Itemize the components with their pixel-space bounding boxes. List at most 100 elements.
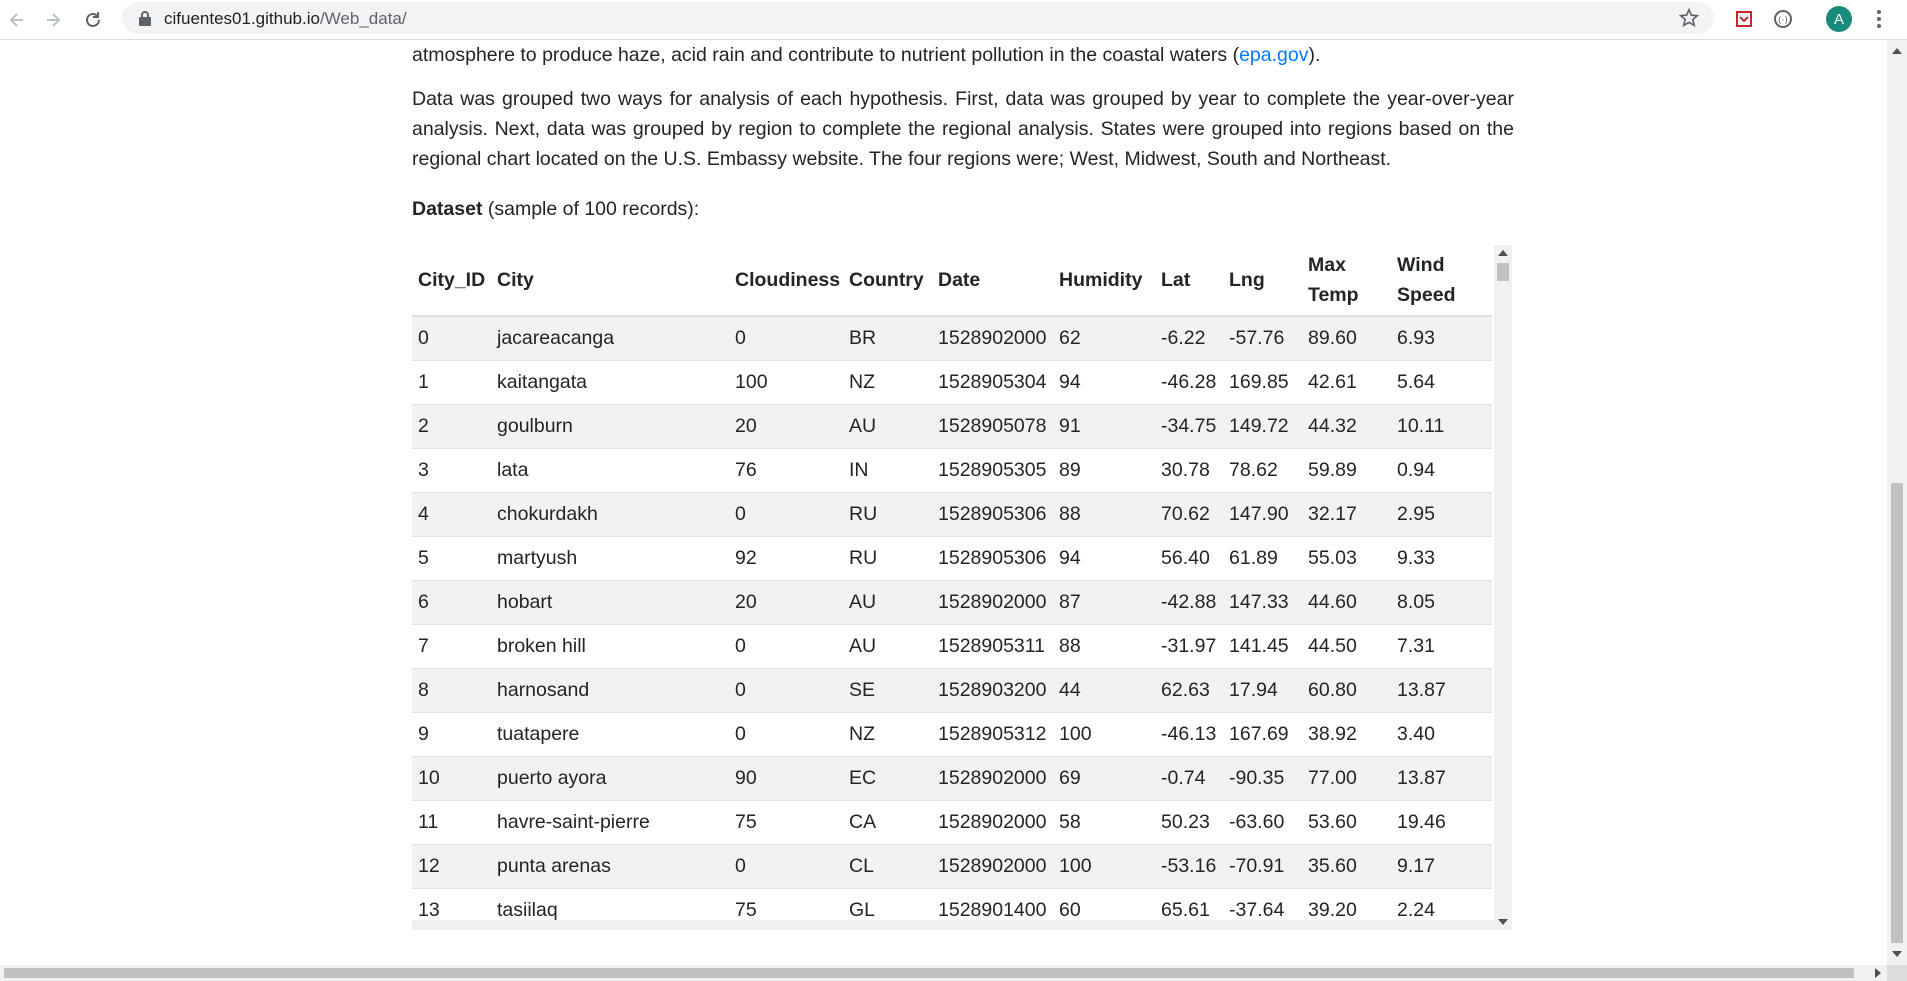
table-cell: 2.24 xyxy=(1391,888,1492,920)
table-cell: hobart xyxy=(491,580,729,625)
table-cell: GL xyxy=(843,888,932,920)
table-cell: 94 xyxy=(1053,360,1155,405)
table-cell: 1528901400 xyxy=(932,888,1053,920)
table-cell: 13.87 xyxy=(1391,668,1492,713)
scroll-up-arrow-icon[interactable] xyxy=(1498,250,1508,256)
table-row: 1 kaitangata 100 NZ 1528905304 94 -46.28 169.85… xyxy=(412,360,1492,405)
column-header: City xyxy=(491,245,729,317)
table-cell: 17.94 xyxy=(1223,668,1302,713)
table-cell: 13 xyxy=(412,888,491,920)
table-row: 6 hobart 20 AU 1528902000 87 -42.88 147.33 44.60… xyxy=(412,580,1492,625)
svg-text:(·): (·) xyxy=(1778,16,1788,26)
table-cell: 7.31 xyxy=(1391,624,1492,669)
table-cell: 19.46 xyxy=(1391,800,1492,845)
table-cell: 75 xyxy=(729,800,843,845)
page-scroll-right-icon[interactable] xyxy=(1875,968,1881,978)
table-cell: 147.33 xyxy=(1223,580,1302,625)
table-cell: BR xyxy=(843,315,932,361)
dataset-table: City_ID City Cloudiness Country Date Humidity… xyxy=(412,245,1492,920)
table-cell: 94 xyxy=(1053,536,1155,581)
table-cell: 89 xyxy=(1053,448,1155,493)
table-cell: 9.33 xyxy=(1391,536,1492,581)
table-cell: punta arenas xyxy=(491,844,729,889)
table-cell: 1528905306 xyxy=(932,536,1053,581)
column-header: Lat xyxy=(1155,245,1223,317)
forward-button[interactable] xyxy=(38,5,68,35)
page-vscroll-thumb[interactable] xyxy=(1891,483,1903,943)
epa-link[interactable]: epa.gov xyxy=(1239,44,1308,66)
table-cell: 1528905312 xyxy=(932,712,1053,757)
extension-circle-icon[interactable]: (·) xyxy=(1770,6,1796,32)
table-cell: 2.95 xyxy=(1391,492,1492,537)
bookmark-star-icon[interactable] xyxy=(1678,7,1700,29)
table-cell: 87 xyxy=(1053,580,1155,625)
table-cell: 13.87 xyxy=(1391,756,1492,801)
scroll-down-arrow-icon[interactable] xyxy=(1498,919,1508,925)
table-row: 8 harnosand 0 SE 1528903200 44 62.63 17.94 60.80… xyxy=(412,668,1492,713)
table-cell: 1528905311 xyxy=(932,624,1053,669)
table-cell: 1528903200 xyxy=(932,668,1053,713)
table-cell: AU xyxy=(843,580,932,625)
table-cell: 1528902000 xyxy=(932,800,1053,845)
page-horizontal-scrollbar[interactable] xyxy=(0,965,1887,981)
table-row: 12 punta arenas 0 CL 1528902000 100 -53.16 -70.… xyxy=(412,844,1492,889)
reload-button[interactable] xyxy=(78,5,108,35)
table-cell: jacareacanga xyxy=(491,315,729,361)
table-row: 2 goulburn 20 AU 1528905078 91 -34.75 149.72 44.… xyxy=(412,404,1492,449)
table-cell: 6.93 xyxy=(1391,315,1492,361)
table-cell: AU xyxy=(843,624,932,669)
url-text: cifuentes01.github.io/Web_data/ xyxy=(164,9,407,29)
column-header: Max Temp xyxy=(1302,245,1391,317)
table-cell: 0 xyxy=(729,492,843,537)
table-cell: 5 xyxy=(412,536,491,581)
reload-icon xyxy=(86,12,100,27)
table-cell: 9 xyxy=(412,712,491,757)
column-header: Wind Speed xyxy=(1391,245,1492,317)
table-cell: tasiilaq xyxy=(491,888,729,920)
table-cell: 8 xyxy=(412,668,491,713)
table-cell: 20 xyxy=(729,580,843,625)
table-cell: broken hill xyxy=(491,624,729,669)
table-cell: 39.20 xyxy=(1302,888,1391,920)
table-cell: 42.61 xyxy=(1302,360,1391,405)
table-cell: 70.62 xyxy=(1155,492,1223,537)
table-cell: NZ xyxy=(843,712,932,757)
table-cell: -42.88 xyxy=(1155,580,1223,625)
table-cell: 89.60 xyxy=(1302,315,1391,361)
table-cell: 55.03 xyxy=(1302,536,1391,581)
back-arrow-icon xyxy=(9,13,23,27)
table-cell: 44.60 xyxy=(1302,580,1391,625)
table-cell: 9.17 xyxy=(1391,844,1492,889)
table-cell: RU xyxy=(843,492,932,537)
table-cell: 44.32 xyxy=(1302,404,1391,449)
table-row: 3 lata 76 IN 1528905305 89 30.78 78.62 59.89 0.94 xyxy=(412,448,1492,493)
table-scroll-thumb[interactable] xyxy=(1497,263,1509,281)
dataset-table-container[interactable]: City_ID City Cloudiness Country Date Humidity… xyxy=(412,245,1512,930)
menu-kebab-icon[interactable] xyxy=(1866,6,1892,32)
profile-avatar[interactable]: A xyxy=(1826,6,1852,32)
table-cell: 35.60 xyxy=(1302,844,1391,889)
table-cell: 100 xyxy=(1053,844,1155,889)
address-bar[interactable]: cifuentes01.github.io/Web_data/ xyxy=(122,2,1714,34)
table-cell: 1528905305 xyxy=(932,448,1053,493)
table-cell: 69 xyxy=(1053,756,1155,801)
column-header: Country xyxy=(843,245,932,317)
table-cell: 3.40 xyxy=(1391,712,1492,757)
extension-shield-icon[interactable] xyxy=(1731,6,1757,32)
back-button[interactable] xyxy=(2,5,32,35)
table-cell: 91 xyxy=(1053,404,1155,449)
page-hscroll-thumb[interactable] xyxy=(4,968,1854,978)
table-cell: harnosand xyxy=(491,668,729,713)
table-scrollbar[interactable] xyxy=(1494,245,1512,930)
table-cell: kaitangata xyxy=(491,360,729,405)
table-cell: 78.62 xyxy=(1223,448,1302,493)
table-cell: 60 xyxy=(1053,888,1155,920)
page-vertical-scrollbar[interactable] xyxy=(1887,40,1907,965)
paragraph-epa-end: ). xyxy=(1308,44,1321,66)
table-cell: 1 xyxy=(412,360,491,405)
table-cell: 1528902000 xyxy=(932,844,1053,889)
page-scroll-down-icon[interactable] xyxy=(1892,951,1902,957)
table-cell: 44.50 xyxy=(1302,624,1391,669)
page-scroll-up-icon[interactable] xyxy=(1892,48,1902,54)
table-cell: 62.63 xyxy=(1155,668,1223,713)
